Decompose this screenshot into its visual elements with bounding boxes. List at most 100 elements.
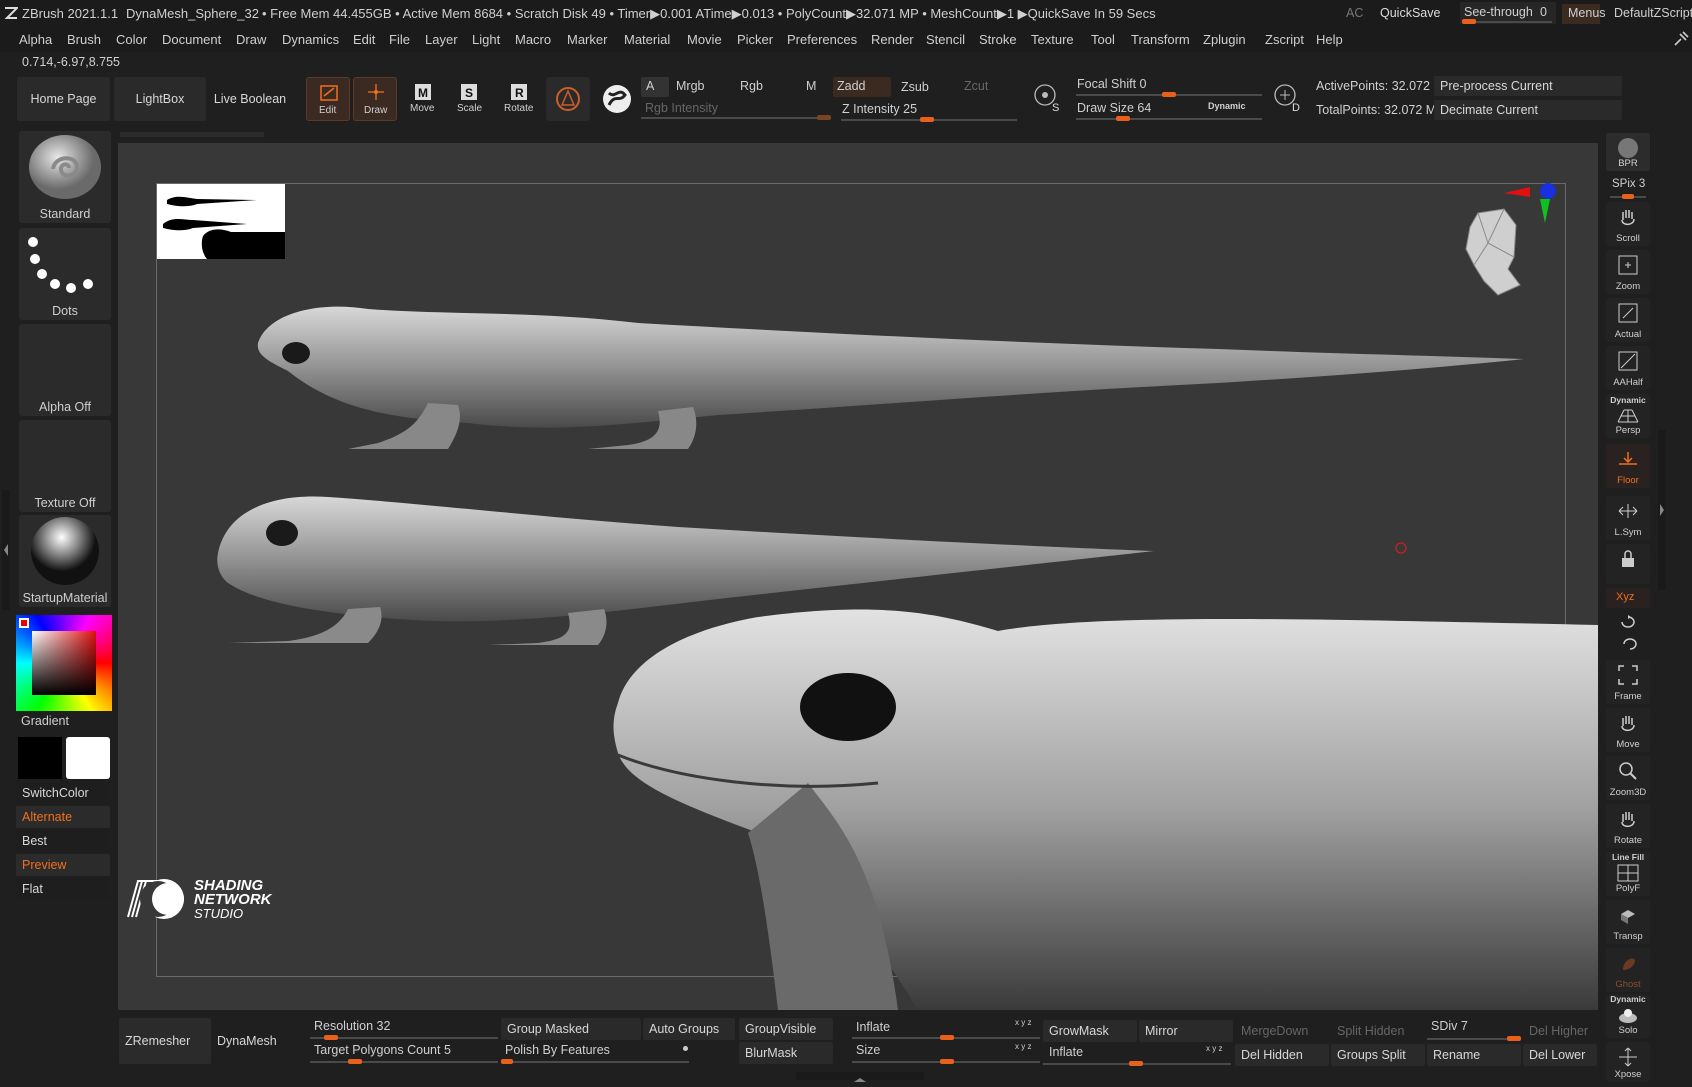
- menu-stencil[interactable]: Stencil: [926, 32, 965, 47]
- focal-shift-slider[interactable]: Focal Shift 0: [1076, 77, 1262, 97]
- menu-brush[interactable]: Brush: [67, 32, 101, 47]
- group-masked-button[interactable]: Group Masked: [501, 1018, 641, 1040]
- split-hidden-button[interactable]: Split Hidden: [1331, 1020, 1425, 1042]
- auto-groups-button[interactable]: Auto Groups: [643, 1018, 735, 1040]
- focal-shift-d-icon[interactable]: D: [1272, 82, 1302, 114]
- del-higher-button[interactable]: Del Higher: [1523, 1020, 1597, 1042]
- menu-draw[interactable]: Draw: [236, 32, 266, 47]
- menu-dynamics[interactable]: Dynamics: [282, 32, 339, 47]
- rgb-intensity-slider[interactable]: Rgb Intensity: [641, 100, 831, 120]
- a-toggle[interactable]: A: [641, 77, 669, 97]
- mirror-button[interactable]: Mirror: [1139, 1020, 1233, 1042]
- quicksave-button[interactable]: QuickSave: [1380, 6, 1440, 20]
- salamander-model[interactable]: [118, 143, 1598, 1010]
- polyframe-icon[interactable]: [546, 77, 590, 121]
- preview-button[interactable]: Preview: [16, 854, 110, 876]
- move-view-button[interactable]: Move: [1606, 708, 1650, 752]
- stroke-tile[interactable]: Dots: [19, 228, 111, 320]
- focal-shift-s-icon[interactable]: S: [1032, 82, 1062, 114]
- bpr-button[interactable]: BPR: [1606, 133, 1650, 171]
- inflate-bottom-slider[interactable]: Inflate x y z: [1043, 1044, 1231, 1066]
- menu-marker[interactable]: Marker: [567, 32, 607, 47]
- secondary-color-swatch[interactable]: [18, 737, 62, 779]
- blurmask-button[interactable]: BlurMask: [739, 1042, 833, 1064]
- menu-file[interactable]: File: [389, 32, 410, 47]
- zcut-button[interactable]: Zcut: [964, 79, 988, 93]
- best-button[interactable]: Best: [16, 830, 110, 852]
- frame-button[interactable]: Frame: [1606, 660, 1650, 704]
- menu-material[interactable]: Material: [624, 32, 670, 47]
- transp-button[interactable]: Transp: [1606, 900, 1650, 944]
- see-through-slider[interactable]: See-through 0: [1460, 2, 1556, 24]
- rgb-button[interactable]: Rgb: [740, 79, 763, 93]
- color-picker[interactable]: [16, 615, 112, 711]
- top-scroll-handle[interactable]: [120, 132, 264, 137]
- left-tray-handle[interactable]: [2, 490, 10, 610]
- decimate-current-button[interactable]: Decimate Current: [1434, 100, 1622, 120]
- material-sphere-icon[interactable]: [595, 77, 639, 121]
- menu-tool[interactable]: Tool: [1091, 32, 1115, 47]
- alternate-button[interactable]: Alternate: [16, 806, 110, 828]
- xpose-button[interactable]: Xpose: [1606, 1042, 1650, 1082]
- zadd-button[interactable]: Zadd: [833, 77, 891, 97]
- size-slider[interactable]: Size x y z: [852, 1042, 1040, 1064]
- menu-movie[interactable]: Movie: [687, 32, 722, 47]
- menu-picker[interactable]: Picker: [737, 32, 773, 47]
- actual-button[interactable]: Actual: [1606, 298, 1650, 342]
- brush-tile[interactable]: Standard: [19, 131, 111, 223]
- dynamic-toggle[interactable]: Dynamic: [1208, 101, 1246, 111]
- z-intensity-slider[interactable]: Z Intensity 25: [841, 100, 1017, 122]
- menu-alpha[interactable]: Alpha: [19, 32, 52, 47]
- groupvisible-button[interactable]: GroupVisible: [739, 1018, 833, 1040]
- polish-by-features-slider[interactable]: Polish By Features: [501, 1042, 689, 1064]
- menu-zplugin[interactable]: Zplugin: [1203, 32, 1246, 47]
- edit-mode-button[interactable]: Edit: [306, 77, 350, 121]
- bottom-tray-handle[interactable]: [796, 1072, 924, 1082]
- solo-button[interactable]: Dynamic Solo: [1606, 994, 1650, 1038]
- ui-layout-button[interactable]: DefaultZScript: [1614, 6, 1692, 20]
- move-mode-button[interactable]: M Move: [402, 77, 444, 121]
- menu-texture[interactable]: Texture: [1031, 32, 1074, 47]
- draw-size-slider[interactable]: Draw Size 64 Dynamic: [1076, 100, 1262, 122]
- inflate-slider[interactable]: Inflate x y z: [852, 1018, 1040, 1040]
- aahalf-button[interactable]: AAHalf: [1606, 346, 1650, 390]
- zoom-button[interactable]: Zoom: [1606, 250, 1650, 294]
- lsym-button[interactable]: L.Sym: [1606, 496, 1650, 540]
- rotate-view-button[interactable]: Rotate: [1606, 804, 1650, 848]
- main-color-swatch[interactable]: [66, 737, 110, 779]
- menu-render[interactable]: Render: [871, 32, 914, 47]
- rotate-z-button[interactable]: [1606, 634, 1650, 654]
- alpha-tile[interactable]: Alpha Off: [19, 324, 111, 416]
- del-hidden-button[interactable]: Del Hidden: [1235, 1044, 1329, 1066]
- lightbox-button[interactable]: LightBox: [114, 77, 206, 121]
- right-tray-handle[interactable]: [1658, 430, 1666, 590]
- document-canvas[interactable]: SHADING NETWORK STUDIO: [118, 143, 1598, 1010]
- menu-color[interactable]: Color: [116, 32, 147, 47]
- zremesher-button[interactable]: ZRemesher: [119, 1018, 211, 1064]
- menu-document[interactable]: Document: [162, 32, 221, 47]
- rotate-mode-button[interactable]: R Rotate: [497, 77, 541, 121]
- rename-button[interactable]: Rename: [1427, 1044, 1521, 1066]
- menu-macro[interactable]: Macro: [515, 32, 551, 47]
- rotate-y-button[interactable]: [1606, 612, 1650, 632]
- target-polygons-slider[interactable]: Target Polygons Count 5: [310, 1042, 498, 1064]
- zsub-button[interactable]: Zsub: [901, 80, 929, 94]
- menu-help[interactable]: Help: [1316, 32, 1343, 47]
- lock-button[interactable]: [1606, 544, 1650, 584]
- live-boolean-button[interactable]: Live Boolean: [206, 77, 294, 121]
- scale-mode-button[interactable]: S Scale: [448, 77, 490, 121]
- home-page-button[interactable]: Home Page: [17, 77, 110, 121]
- mrgb-button[interactable]: Mrgb: [676, 79, 704, 93]
- texture-tile[interactable]: Texture Off: [19, 420, 111, 512]
- xyz-button[interactable]: Xyz: [1606, 588, 1650, 608]
- pin-icon[interactable]: [1672, 30, 1690, 48]
- menu-preferences[interactable]: Preferences: [787, 32, 857, 47]
- menu-edit[interactable]: Edit: [353, 32, 375, 47]
- sdiv-slider[interactable]: SDiv 7: [1427, 1018, 1521, 1042]
- menu-layer[interactable]: Layer: [425, 32, 458, 47]
- dynamesh-button[interactable]: DynaMesh: [211, 1018, 303, 1064]
- menu-stroke[interactable]: Stroke: [979, 32, 1017, 47]
- draw-mode-button[interactable]: Draw: [353, 77, 397, 121]
- ac-toggle[interactable]: AC: [1346, 6, 1363, 20]
- resolution-slider[interactable]: Resolution 32: [310, 1018, 498, 1040]
